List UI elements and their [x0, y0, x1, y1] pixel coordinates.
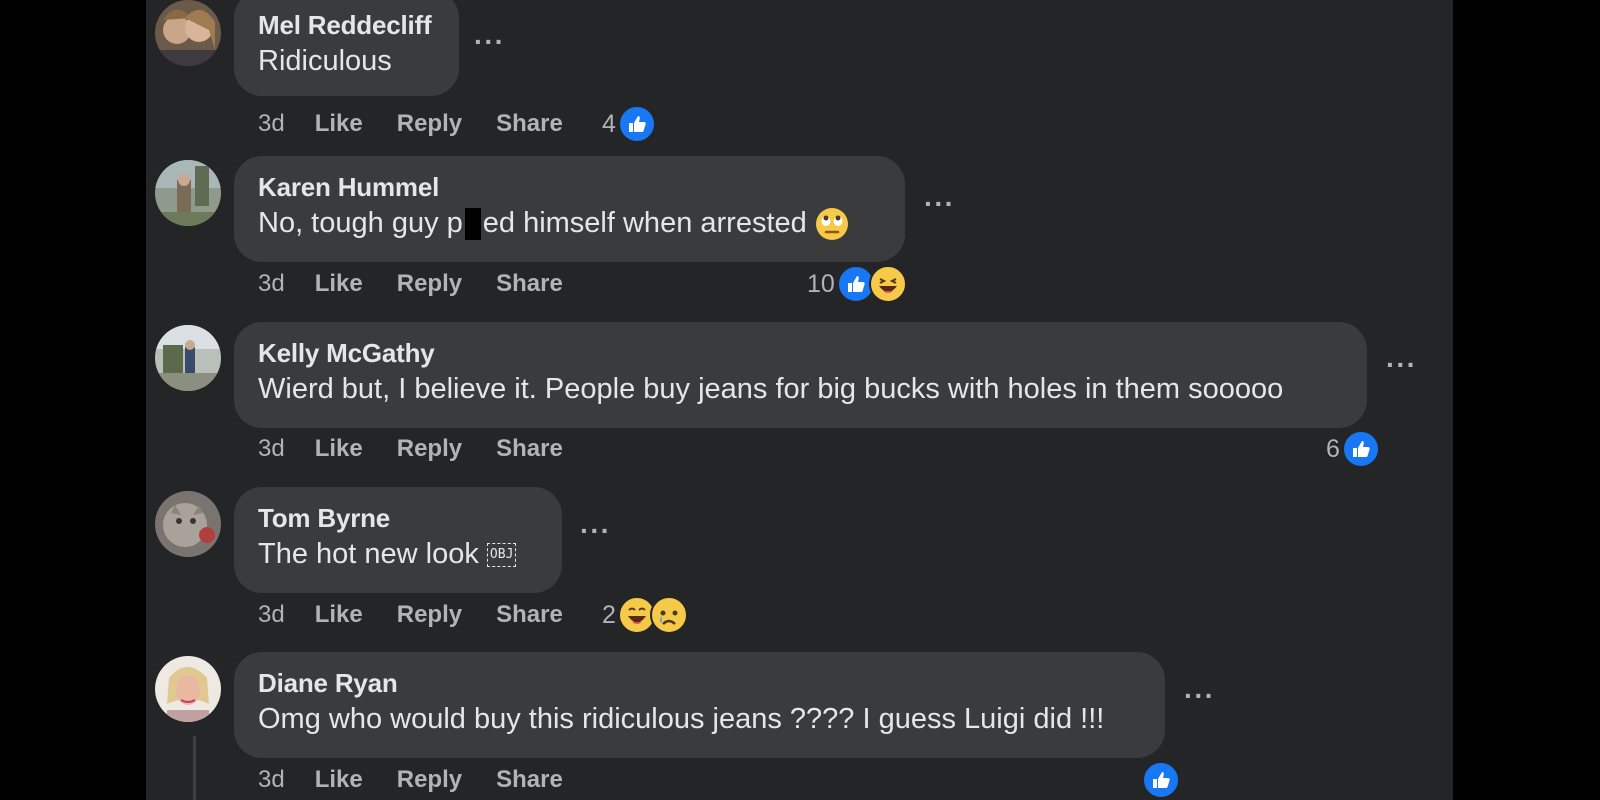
like-reaction-icon	[617, 105, 656, 143]
comment-actions: 3d Like Reply Share	[258, 268, 597, 300]
comment-bubble: Tom Byrne The hot new look OBJ	[234, 487, 562, 593]
object-placeholder: OBJ	[486, 543, 517, 568]
comment-author[interactable]: Kelly McGathy	[258, 336, 1343, 370]
reaction-summary[interactable]: 2	[602, 595, 688, 635]
comment-text: Ridiculous	[258, 45, 392, 77]
reply-button[interactable]: Reply	[397, 599, 462, 631]
reaction-summary[interactable]: 10	[807, 264, 907, 304]
share-button[interactable]: Share	[496, 599, 563, 631]
comment-timestamp[interactable]: 3d	[258, 599, 285, 631]
share-button[interactable]: Share	[496, 108, 563, 140]
reaction-count: 4	[602, 109, 616, 138]
comment-actions: 3d Like Reply Share	[258, 433, 597, 465]
reaction-count: 10	[807, 269, 835, 298]
comment-timestamp[interactable]: 3d	[258, 108, 285, 140]
comment-bubble: Mel Reddecliff Ridiculous	[234, 0, 459, 96]
more-options-icon[interactable]: ···	[580, 515, 611, 547]
comment-actions: 3d Like Reply Share	[258, 599, 597, 631]
comment-actions: 3d Like Reply Share	[258, 108, 597, 140]
comment-author[interactable]: Mel Reddecliff	[258, 8, 435, 42]
like-button[interactable]: Like	[315, 108, 363, 140]
reply-button[interactable]: Reply	[397, 108, 462, 140]
like-button[interactable]: Like	[315, 764, 363, 796]
comment-author[interactable]: Tom Byrne	[258, 501, 538, 535]
avatar[interactable]	[155, 0, 221, 66]
reaction-count: 2	[602, 600, 616, 629]
comment-text: Omg who would buy this ridiculous jeans …	[258, 703, 1105, 735]
haha-reaction-icon	[868, 265, 907, 303]
avatar[interactable]	[155, 656, 221, 722]
comment-author[interactable]: Diane Ryan	[258, 666, 1141, 700]
comment: Kelly McGathy Wierd but, I believe it. P…	[146, 322, 1453, 491]
like-button[interactable]: Like	[315, 433, 363, 465]
reply-thread-line	[193, 736, 196, 800]
comment-timestamp[interactable]: 3d	[258, 764, 285, 796]
comment-text: The hot new look OBJ	[258, 535, 538, 573]
reply-button[interactable]: Reply	[397, 764, 462, 796]
reaction-summary[interactable]: 6	[1326, 429, 1380, 469]
reply-button[interactable]: Reply	[397, 433, 462, 465]
comment-bubble: Karen Hummel No, tough guy p ed himself w…	[234, 156, 905, 262]
reaction-summary[interactable]: 4	[602, 104, 656, 144]
comments-panel: Mel Reddecliff Ridiculous ··· 3d Like Re…	[146, 0, 1453, 800]
comment-text: Wierd but, I believe it. People buy jean…	[258, 373, 1284, 405]
redaction-block	[464, 208, 481, 241]
more-options-icon[interactable]: ···	[924, 188, 955, 220]
like-button[interactable]: Like	[315, 268, 363, 300]
roll-eyes-emoji	[815, 208, 848, 241]
comment-author[interactable]: Karen Hummel	[258, 170, 881, 204]
comment-actions: 3d Like Reply Share	[258, 764, 597, 796]
sad-reaction-icon	[649, 596, 688, 634]
more-options-icon[interactable]: ···	[1386, 349, 1417, 381]
share-button[interactable]: Share	[496, 433, 563, 465]
comment: Karen Hummel No, tough guy p ed himself w…	[146, 156, 1453, 326]
more-options-icon[interactable]: ···	[1184, 680, 1215, 712]
share-button[interactable]: Share	[496, 268, 563, 300]
comment-bubble: Kelly McGathy Wierd but, I believe it. P…	[234, 322, 1367, 428]
comment: Diane Ryan Omg who would buy this ridicu…	[146, 652, 1453, 800]
avatar[interactable]	[155, 160, 221, 226]
like-reaction-icon	[1341, 430, 1380, 468]
comment-timestamp[interactable]: 3d	[258, 268, 285, 300]
comment: Tom Byrne The hot new look OBJ ··· 3d Li…	[146, 487, 1453, 657]
comment-timestamp[interactable]: 3d	[258, 433, 285, 465]
more-options-icon[interactable]: ···	[474, 26, 505, 58]
avatar[interactable]	[155, 491, 221, 557]
reaction-count: 6	[1326, 434, 1340, 463]
like-reaction-icon	[1142, 761, 1180, 799]
reaction-summary[interactable]	[1142, 760, 1180, 800]
like-button[interactable]: Like	[315, 599, 363, 631]
comment: Mel Reddecliff Ridiculous ··· 3d Like Re…	[146, 0, 1453, 166]
comment-bubble: Diane Ryan Omg who would buy this ridicu…	[234, 652, 1165, 758]
share-button[interactable]: Share	[496, 764, 563, 796]
avatar[interactable]	[155, 325, 221, 391]
reply-button[interactable]: Reply	[397, 268, 462, 300]
comment-text: No, tough guy p ed himself when arrested	[258, 204, 881, 242]
